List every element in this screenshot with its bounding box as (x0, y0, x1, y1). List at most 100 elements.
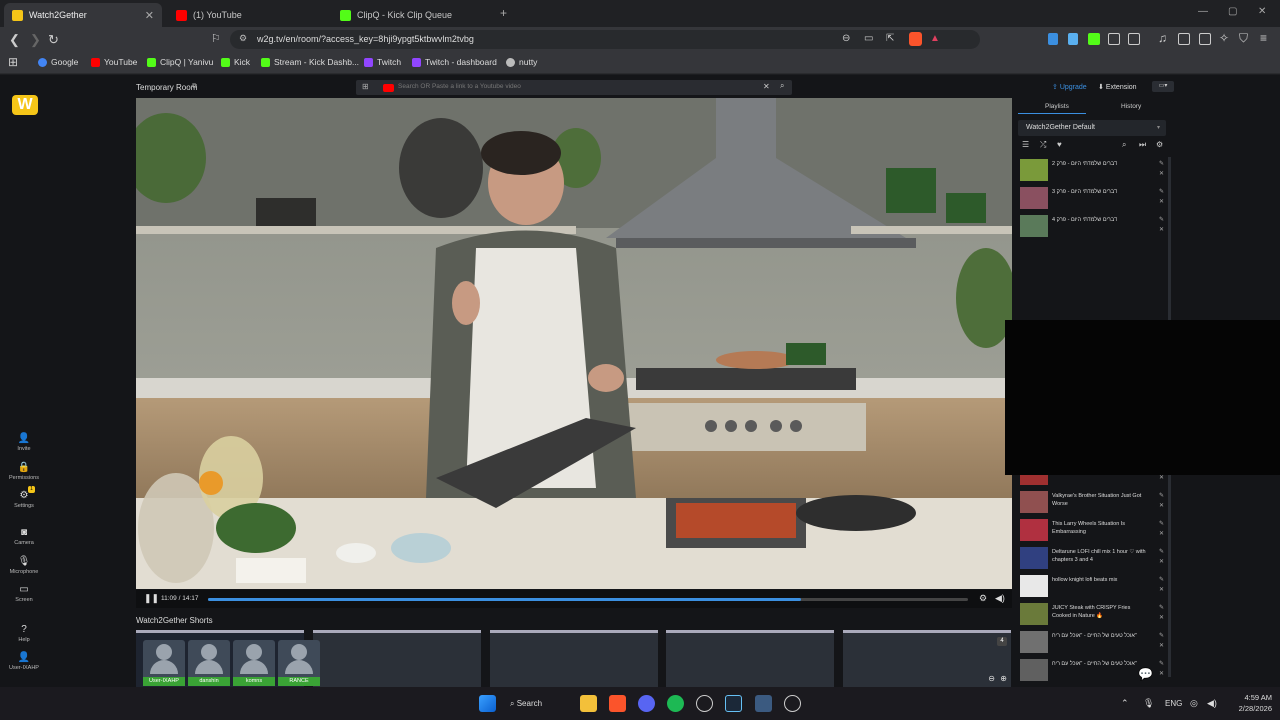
tab-clipq[interactable]: ClipQ - Kick Clip Queue (332, 3, 492, 27)
playlist-search-icon[interactable]: ⌕ (1122, 140, 1126, 150)
playlist-item[interactable]: Deltarune LOFI chill mix 1 hour ♡ with c… (1018, 545, 1166, 571)
tab-youtube[interactable]: (1) YouTube (168, 3, 328, 27)
remove-icon[interactable]: ✕ (1159, 641, 1164, 651)
short-card[interactable] (666, 630, 834, 687)
brave-icon[interactable] (609, 695, 626, 712)
extension-5-icon[interactable] (1128, 33, 1140, 45)
shuffle-icon[interactable]: ⤮ (1040, 140, 1046, 150)
forward-icon[interactable]: ❯ (30, 32, 41, 47)
site-info-icon[interactable]: ⚙ (239, 33, 247, 44)
sidebar-item-help[interactable]: ? Help (0, 624, 48, 643)
user-avatar[interactable]: User-IXAHP (143, 640, 185, 686)
minimize-icon[interactable]: — (1198, 6, 1208, 17)
bookmark-twitch-dashboard[interactable]: Twitch - dashboard (412, 57, 497, 67)
remove-icon[interactable]: ✕ (1159, 225, 1164, 235)
file-explorer-icon[interactable] (580, 695, 597, 712)
playlist-select[interactable]: Watch2Gether Default ▾ (1018, 120, 1166, 136)
video-player[interactable] (136, 98, 1012, 589)
microphone-tray-icon[interactable]: 🎙 (1143, 698, 1154, 709)
music-icon[interactable]: ♫ (1158, 31, 1167, 45)
user-avatar[interactable]: komns (233, 640, 275, 686)
remove-icon[interactable]: ✕ (1159, 169, 1164, 179)
next-icon[interactable]: ⏭ (1139, 140, 1146, 150)
bookmark-google[interactable]: Google (38, 57, 78, 67)
short-card[interactable] (313, 630, 481, 687)
steam-icon[interactable] (725, 695, 742, 712)
sidebar-item-settings[interactable]: ⚙ 1 Settings (0, 486, 48, 509)
w2g-logo[interactable]: W (12, 95, 38, 115)
bookmark-clipq[interactable]: ClipQ | Yanivu (147, 57, 213, 67)
volume-tray-icon[interactable]: ◀) (1207, 698, 1217, 709)
edit-icon[interactable]: ✎ (1159, 187, 1164, 197)
sidebar-item-screen[interactable]: ▭ Screen (0, 584, 48, 603)
upgrade-link[interactable]: ⇪ Upgrade (1052, 83, 1087, 91)
spotify-icon[interactable] (667, 695, 684, 712)
remove-icon[interactable]: ✕ (1159, 529, 1164, 539)
sidebar-item-permissions[interactable]: 🔒 Permissions (0, 462, 48, 481)
volume-icon[interactable]: ◀) (995, 593, 1005, 604)
pause-icon[interactable]: ❚❚ (144, 593, 159, 604)
playlist-item[interactable]: hollow knight lofi beats mix ✎ ✕ (1018, 573, 1166, 599)
brave-shields-icon[interactable] (909, 32, 922, 46)
maximize-icon[interactable]: ▢ (1228, 6, 1237, 17)
zoom-icon[interactable]: ⊖ (842, 33, 850, 44)
obs-icon[interactable] (696, 695, 713, 712)
search-icon[interactable]: ⌕ (780, 81, 784, 91)
sidebar-item-invite[interactable]: 👤 Invite (0, 433, 48, 452)
copy-link-icon[interactable]: ⧉ (192, 83, 197, 91)
youtube-source-icon[interactable] (383, 84, 394, 92)
start-icon[interactable] (479, 695, 496, 712)
layout-toggle-button[interactable]: ▭▾ (1152, 81, 1174, 92)
edit-icon[interactable]: ✎ (1159, 159, 1164, 169)
leo-ai-icon[interactable]: ✧ (1219, 31, 1229, 45)
remove-icon[interactable]: ✕ (1159, 501, 1164, 511)
playlist-item[interactable]: JUICY Steak with CRISPY Fries Cooked in … (1018, 601, 1166, 627)
remove-icon[interactable]: ✕ (1159, 669, 1164, 679)
remove-icon[interactable]: ✕ (1159, 613, 1164, 623)
zoom-in-icon[interactable]: ⊕ (1000, 674, 1007, 683)
edit-icon[interactable]: ✎ (1159, 575, 1164, 585)
extension-4-icon[interactable] (1108, 33, 1120, 45)
remove-icon[interactable]: ✕ (1159, 557, 1164, 567)
apps-grid-icon[interactable]: ⊞ (8, 55, 18, 69)
playlist-item[interactable]: אוכל טעים של החיים - "אוכל עם ריח" ✎ ✕ (1018, 629, 1166, 655)
extension-kick-icon[interactable] (1088, 33, 1100, 45)
plus-icon[interactable]: + (500, 6, 507, 20)
taskbar-search[interactable]: ⌕ Search (510, 695, 570, 712)
menu-icon[interactable]: ≡ (1260, 31, 1267, 45)
extension-1-icon[interactable] (1048, 33, 1058, 45)
list-icon[interactable]: ☰ (1022, 140, 1029, 149)
video-search-input[interactable]: ⊞ Search OR Paste a link to a Youtube vi… (356, 80, 792, 95)
tab-playlists[interactable]: Playlists (1045, 103, 1069, 110)
close-tab-icon[interactable]: ✕ (145, 9, 154, 22)
discord-icon[interactable] (638, 695, 655, 712)
short-card[interactable] (490, 630, 658, 687)
remove-icon[interactable]: ✕ (1159, 585, 1164, 595)
playlist-item[interactable]: This Larry Wheels Situation Is Embarrass… (1018, 517, 1166, 543)
close-window-icon[interactable]: ✕ (1258, 6, 1266, 17)
remove-icon[interactable]: ✕ (1159, 197, 1164, 207)
bookmark-icon[interactable]: ⚐ (211, 32, 221, 47)
playlist-item[interactable]: דברים שלמדתי היום - פרק 2 ✎ ✕ (1018, 157, 1166, 183)
heart-icon[interactable]: ♥ (1057, 140, 1062, 149)
app-icon[interactable] (755, 695, 772, 712)
extension-2-icon[interactable] (1068, 33, 1078, 45)
edit-icon[interactable]: ✎ (1159, 519, 1164, 529)
app-arrow-icon[interactable] (784, 695, 801, 712)
playlist-item[interactable]: Valkyrae's Brother Situation Just Got Wo… (1018, 489, 1166, 515)
sidebar-item-user[interactable]: 👤 User-IXAHP (0, 652, 48, 671)
url-field[interactable]: ⚙ w2g.tv/en/room/?access_key=8hji9ypgt5k… (230, 30, 980, 49)
zoom-out-icon[interactable]: ⊖ (988, 674, 995, 683)
bookmark-kick-dashboard[interactable]: Stream - Kick Dashb... (261, 57, 359, 67)
share-icon[interactable]: ⇱ (886, 33, 894, 44)
progress-bar[interactable] (208, 598, 968, 601)
playlist-item[interactable]: דברים שלמדתי היום - פרק 3 ✎ ✕ (1018, 185, 1166, 211)
grid-icon[interactable]: ⊞ (362, 82, 369, 91)
chevron-up-icon[interactable]: ⌃ (1121, 698, 1129, 709)
vpn-icon[interactable]: ⛉ (1239, 31, 1248, 46)
chat-icon[interactable]: 💬 (1138, 667, 1156, 683)
user-avatar[interactable]: RANCE (278, 640, 320, 686)
bookmark-youtube[interactable]: YouTube (91, 57, 137, 67)
sidebar-item-camera[interactable]: ◙ Camera (0, 527, 48, 546)
edit-icon[interactable]: ✎ (1159, 603, 1164, 613)
